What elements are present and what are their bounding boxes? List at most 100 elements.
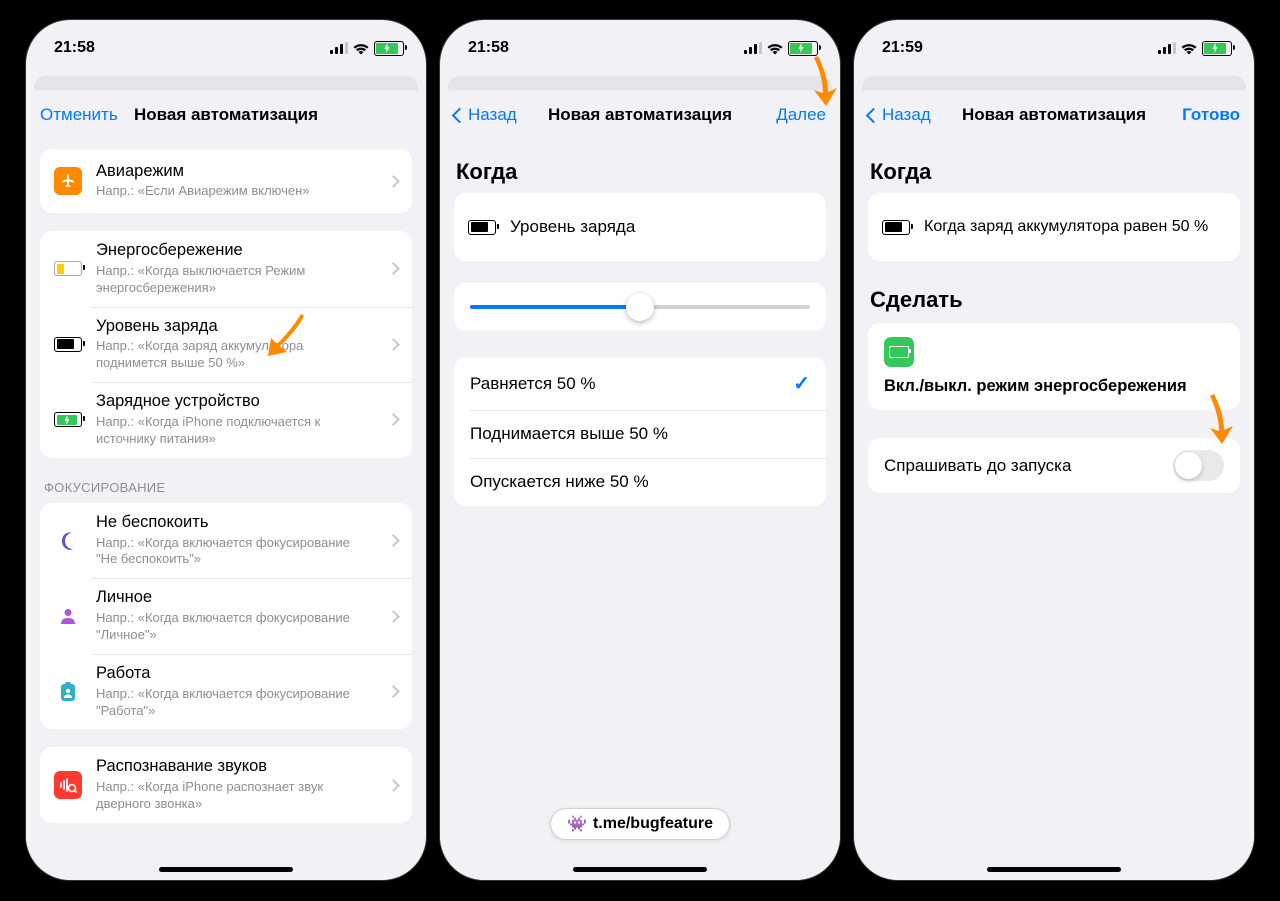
- space-invader-icon: 👾: [567, 816, 587, 832]
- row-title: Распознавание звуков: [96, 757, 371, 777]
- nav-title: Новая автоматизация: [134, 105, 318, 125]
- row-title: Зарядное устройство: [96, 392, 371, 412]
- badge-icon: [54, 678, 82, 706]
- battery-icon: [468, 213, 496, 241]
- content: Когда Когда заряд аккумулятора равен 50 …: [854, 141, 1254, 880]
- battery-icon: [374, 41, 404, 56]
- cellular-icon: [330, 42, 348, 54]
- nav-bar: Назад Новая автоматизация Готово: [854, 90, 1254, 141]
- row-sub: Напр.: «Если Авиарежим включен»: [96, 183, 371, 200]
- sheet: Назад Новая автоматизация Далее Когда Ур…: [440, 90, 840, 880]
- sheet: Отменить Новая автоматизация Авиарежим Н…: [26, 90, 426, 880]
- status-icons: [330, 41, 404, 56]
- row-charger[interactable]: Зарядное устройство Напр.: «Когда iPhone…: [40, 382, 412, 458]
- battery-icon: [1202, 41, 1232, 56]
- option-label: Поднимается выше 50 %: [470, 424, 668, 444]
- slider-fill: [470, 305, 640, 309]
- row-sub: Напр.: «Когда iPhone распознает звук две…: [96, 779, 371, 813]
- option-label: Равняется 50 %: [470, 374, 596, 394]
- done-button[interactable]: Готово: [1182, 90, 1240, 140]
- chevron-right-icon: [387, 685, 400, 698]
- nav-bar: Отменить Новая автоматизация: [26, 90, 426, 141]
- chevron-right-icon: [387, 779, 400, 792]
- row-personal[interactable]: Личное Напр.: «Когда включается фокусиро…: [40, 578, 412, 654]
- option-equals[interactable]: Равняется 50 % ✓: [454, 357, 826, 410]
- chevron-left-icon: [866, 107, 882, 123]
- next-button[interactable]: Далее: [776, 90, 826, 140]
- row-airplane[interactable]: Авиарежим Напр.: «Если Авиарежим включен…: [40, 149, 412, 213]
- watermark-badge: 👾 t.me/bugfeature: [550, 808, 730, 840]
- row-title: Личное: [96, 588, 371, 608]
- when-row-battery[interactable]: Когда заряд аккумулятора равен 50 %: [868, 193, 1240, 261]
- status-bar: 21:58: [440, 20, 840, 70]
- status-bar: 21:58: [26, 20, 426, 70]
- when-row-text: Уровень заряда: [510, 217, 812, 237]
- group-sound: Распознавание звуков Напр.: «Когда iPhon…: [40, 747, 412, 823]
- row-battery-level[interactable]: Уровень заряда Напр.: «Когда заряд аккум…: [40, 307, 412, 383]
- row-work[interactable]: Работа Напр.: «Когда включается фокусиро…: [40, 654, 412, 730]
- do-heading: Сделать: [870, 287, 1238, 313]
- cellular-icon: [1158, 42, 1176, 54]
- home-indicator[interactable]: [159, 867, 293, 872]
- when-row-battery[interactable]: Уровень заряда: [454, 193, 826, 261]
- slider-thumb[interactable]: [626, 293, 654, 321]
- battery-icon: [882, 213, 910, 241]
- wifi-icon: [766, 42, 784, 55]
- group-focus: Не беспокоить Напр.: «Когда включается ф…: [40, 503, 412, 730]
- row-lowpower[interactable]: Энергосбережение Напр.: «Когда выключает…: [40, 231, 412, 307]
- sound-icon: [54, 771, 82, 799]
- phone-screen-2: 21:58 Назад Новая автоматизация Далее Ко…: [440, 20, 840, 880]
- when-heading: Когда: [870, 159, 1238, 185]
- lowpower-icon: [54, 255, 82, 283]
- back-button[interactable]: Назад: [454, 90, 517, 140]
- phone-screen-1: 21:58 Отменить Новая автоматизация Авиар…: [26, 20, 426, 880]
- cellular-icon: [744, 42, 762, 54]
- status-time: 21:58: [54, 39, 95, 57]
- when-row-text: Когда заряд аккумулятора равен 50 %: [924, 217, 1226, 236]
- status-time: 21:58: [468, 39, 509, 57]
- row-sub: Напр.: «Когда включается фокусирование "…: [96, 610, 371, 644]
- ask-before-run-row: Спрашивать до запуска: [868, 438, 1240, 493]
- row-sub: Напр.: «Когда включается фокусирование "…: [96, 535, 371, 569]
- row-dnd[interactable]: Не беспокоить Напр.: «Когда включается ф…: [40, 503, 412, 579]
- option-label: Опускается ниже 50 %: [470, 472, 649, 492]
- nav-title: Новая автоматизация: [962, 105, 1146, 125]
- battery-slider[interactable]: [454, 283, 826, 331]
- phone-screen-3: 21:59 Назад Новая автоматизация Готово К…: [854, 20, 1254, 880]
- row-sub: Напр.: «Когда iPhone подключается к исто…: [96, 414, 371, 448]
- row-sub: Напр.: «Когда заряд аккумулятора подниме…: [96, 338, 371, 372]
- home-indicator[interactable]: [987, 867, 1121, 872]
- row-title: Уровень заряда: [96, 317, 371, 337]
- row-sub: Напр.: «Когда включается фокусирование "…: [96, 686, 371, 720]
- cancel-button[interactable]: Отменить: [40, 90, 118, 140]
- content: Когда Уровень заряда Равняется 50 %: [440, 141, 840, 880]
- action-group[interactable]: Вкл./выкл. режим энергосбережения: [868, 323, 1240, 410]
- row-title: Работа: [96, 664, 371, 684]
- action-title: Вкл./выкл. режим энергосбережения: [884, 377, 1224, 396]
- battery-icon: [788, 41, 818, 56]
- chevron-right-icon: [387, 262, 400, 275]
- row-title: Не беспокоить: [96, 513, 371, 533]
- ask-label: Спрашивать до запуска: [884, 456, 1071, 476]
- row-title: Энергосбережение: [96, 241, 371, 261]
- content-scroll[interactable]: Авиарежим Напр.: «Если Авиарежим включен…: [26, 141, 426, 880]
- back-button[interactable]: Назад: [868, 90, 931, 140]
- status-icons: [1158, 41, 1232, 56]
- option-rises-above[interactable]: Поднимается выше 50 %: [454, 410, 826, 458]
- airplane-icon: [54, 167, 82, 195]
- when-group: Когда заряд аккумулятора равен 50 %: [868, 193, 1240, 261]
- option-falls-below[interactable]: Опускается ниже 50 %: [454, 458, 826, 506]
- group-airplane: Авиарежим Напр.: «Если Авиарежим включен…: [40, 149, 412, 213]
- chevron-right-icon: [387, 338, 400, 351]
- row-sub: Напр.: «Когда выключается Режим энергосб…: [96, 263, 371, 297]
- battery-level-icon: [54, 330, 82, 358]
- status-bar: 21:59: [854, 20, 1254, 70]
- row-title: Авиарежим: [96, 162, 371, 182]
- when-group: Уровень заряда: [454, 193, 826, 261]
- chevron-right-icon: [387, 610, 400, 623]
- home-indicator[interactable]: [573, 867, 707, 872]
- row-sound-recognition[interactable]: Распознавание звуков Напр.: «Когда iPhon…: [40, 747, 412, 823]
- chevron-right-icon: [387, 175, 400, 188]
- ask-toggle[interactable]: [1173, 450, 1224, 481]
- focus-section-header: ФОКУСИРОВАНИЕ: [44, 480, 408, 495]
